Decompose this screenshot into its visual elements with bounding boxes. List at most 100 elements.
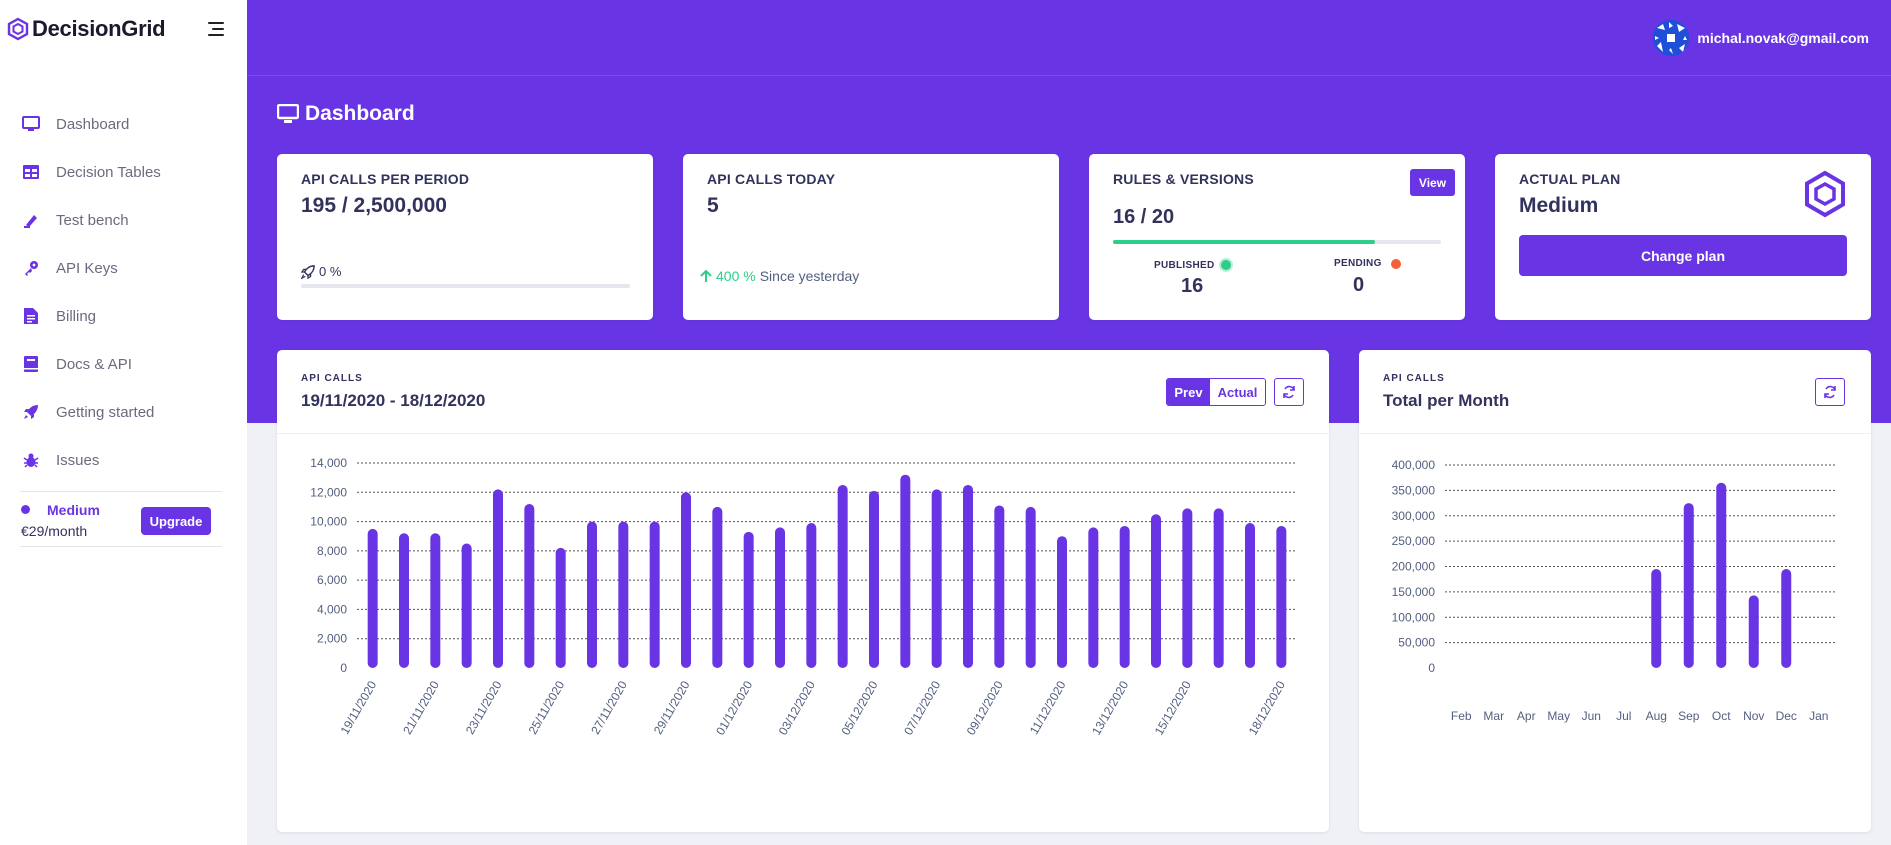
change-suffix: Since yesterday	[759, 268, 860, 284]
x-tick-label: 05/12/2020	[838, 678, 880, 737]
sidebar-plan-name: Medium	[47, 502, 100, 518]
y-tick-label: 14,000	[310, 456, 347, 470]
x-tick-label: Jul	[1616, 709, 1631, 723]
x-tick-label: 01/12/2020	[713, 678, 755, 737]
plan-status-dot	[21, 505, 30, 514]
percent-row: 0 %	[301, 264, 341, 279]
rocket-icon	[301, 264, 315, 279]
view-button[interactable]: View	[1410, 169, 1455, 196]
api-calls-progress	[301, 284, 630, 288]
sidebar-item-label: Decision Tables	[56, 163, 161, 181]
hexagon-logo-icon	[7, 17, 29, 41]
rules-versions-card: RULES & VERSIONS View 16 / 20 PUBLISHED …	[1089, 154, 1465, 320]
sidebar-item-label: Docs & API	[56, 355, 132, 373]
y-tick-label: 350,000	[1392, 483, 1436, 497]
pending-stat: PENDING 0	[1334, 258, 1424, 297]
card-label: API CALLS PER PERIOD	[301, 171, 470, 187]
refresh-icon	[1824, 385, 1836, 399]
prev-button[interactable]: Prev	[1167, 379, 1210, 405]
monitor-icon	[22, 115, 40, 133]
brand[interactable]: DecisionGrid	[6, 14, 166, 44]
monitor-icon	[277, 104, 299, 123]
sidebar-item-test-bench[interactable]: Test bench	[0, 196, 247, 244]
x-tick-label: Oct	[1712, 709, 1731, 723]
actual-button[interactable]: Actual	[1210, 379, 1265, 405]
x-tick-label: Aug	[1646, 709, 1667, 723]
x-tick-label: 09/12/2020	[964, 678, 1006, 737]
x-tick-label: Jan	[1809, 709, 1828, 723]
chart-small-label: API CALLS	[1383, 373, 1445, 384]
y-tick-label: 2,000	[317, 632, 347, 646]
y-tick-label: 200,000	[1392, 560, 1436, 574]
percent-text: 0 %	[319, 264, 342, 279]
rules-progress-fill	[1113, 240, 1376, 244]
y-tick-label: 10,000	[310, 515, 347, 529]
monthly-api-calls-chart-card: API CALLS Total per Month 0 50,000 100,000…	[1359, 350, 1871, 832]
sidebar-item-label: Test bench	[56, 211, 129, 229]
published-stat: PUBLISHED 16	[1154, 258, 1264, 298]
refresh-button[interactable]	[1815, 378, 1845, 406]
hexagon-plan-icon	[1805, 170, 1845, 218]
y-tick-label: 0	[1428, 661, 1435, 675]
monthly-api-calls-chart: 0 50,000 100,000 150,000 200,000 250,000 300,0…	[1392, 458, 1835, 723]
x-tick-label: Jun	[1582, 709, 1601, 723]
y-tick-label: 8,000	[317, 544, 347, 558]
change-percent: 400 %	[716, 268, 756, 284]
daily-api-calls-chart: 0 2,000 4,000 6,000 8,000 10,000 12,000 14,000 1…	[310, 456, 1297, 738]
card-value: 5	[707, 194, 719, 217]
bug-icon	[22, 451, 40, 469]
sidebar-nav: Dashboard Decision Tables Test bench API…	[0, 100, 247, 484]
refresh-icon	[1283, 385, 1295, 399]
pending-label: PENDING	[1334, 258, 1382, 269]
x-tick-label: 21/11/2020	[400, 678, 442, 737]
sidebar: DecisionGrid Dashboard Decision Tables T…	[0, 0, 247, 845]
published-value: 16	[1181, 275, 1204, 297]
sidebar-item-label: Billing	[56, 307, 97, 325]
sidebar-item-label: Dashboard	[56, 115, 130, 133]
published-label: PUBLISHED	[1154, 259, 1215, 271]
x-tick-label: May	[1547, 709, 1570, 723]
card-value: 16 / 20	[1113, 206, 1175, 228]
header-divider	[247, 75, 1891, 76]
x-tick-label: 07/12/2020	[901, 678, 943, 737]
card-label: ACTUAL PLAN	[1519, 171, 1621, 187]
y-tick-label: 100,000	[1392, 610, 1436, 624]
daily-api-calls-chart-card: API CALLS 19/11/2020 - 18/12/2020 Prev A…	[277, 350, 1329, 832]
sidebar-item-label: API Keys	[56, 259, 118, 277]
x-tick-label: 03/12/2020	[776, 678, 818, 737]
x-tick-label: Apr	[1517, 709, 1536, 723]
brand-name: DecisionGrid	[32, 16, 166, 41]
change-plan-button[interactable]: Change plan	[1519, 235, 1847, 276]
sidebar-item-billing[interactable]: Billing	[0, 292, 247, 340]
card-value: 195 / 2,500,000	[301, 194, 447, 217]
sidebar-item-docs-api[interactable]: Docs & API	[0, 340, 247, 388]
x-tick-label: 13/12/2020	[1089, 678, 1131, 737]
sidebar-item-dashboard[interactable]: Dashboard	[0, 100, 247, 148]
sidebar-item-decision-tables[interactable]: Decision Tables	[0, 148, 247, 196]
y-tick-label: 250,000	[1392, 534, 1436, 548]
page-title: Dashboard	[277, 102, 415, 126]
sidebar-item-issues[interactable]: Issues	[0, 436, 247, 484]
user-email: michal.novak@gmail.com	[1697, 30, 1869, 46]
menu-toggle-icon[interactable]	[204, 20, 224, 38]
x-tick-label: 18/12/2020	[1246, 678, 1288, 737]
y-tick-label: 300,000	[1392, 509, 1436, 523]
y-tick-label: 6,000	[317, 573, 347, 587]
chart-title: Total per Month	[1383, 391, 1510, 410]
sidebar-plan-price: €29/month	[21, 523, 88, 539]
change-row: 400 % Since yesterday	[699, 268, 859, 284]
rules-progress	[1113, 240, 1441, 244]
key-icon	[22, 259, 40, 277]
y-tick-label: 50,000	[1398, 636, 1435, 650]
y-tick-label: 12,000	[310, 485, 347, 499]
refresh-button[interactable]	[1274, 378, 1304, 406]
x-tick-label: Feb	[1451, 709, 1472, 723]
upgrade-button[interactable]: Upgrade	[141, 507, 211, 535]
actual-plan-card: ACTUAL PLAN Medium Change plan	[1495, 154, 1871, 320]
x-tick-label: Dec	[1776, 709, 1797, 723]
y-tick-label: 0	[340, 661, 347, 675]
sidebar-item-api-keys[interactable]: API Keys	[0, 244, 247, 292]
sidebar-item-getting-started[interactable]: Getting started	[0, 388, 247, 436]
user-menu[interactable]: michal.novak@gmail.com	[1653, 20, 1869, 56]
period-toggle: Prev Actual	[1166, 378, 1266, 406]
